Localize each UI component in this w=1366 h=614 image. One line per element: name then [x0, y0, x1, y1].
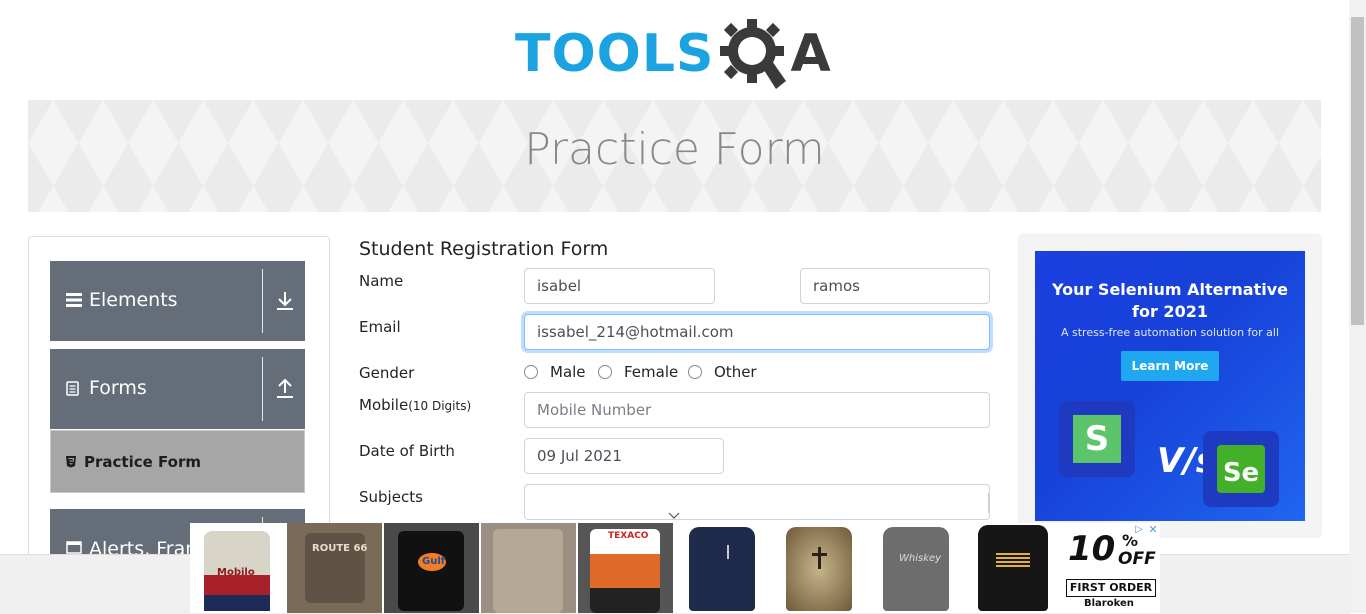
upload-arrow-icon[interactable] — [276, 379, 294, 399]
promo-off: OFF — [1118, 549, 1156, 569]
mobile-input[interactable]: Mobile Number — [524, 392, 990, 428]
download-arrow-icon[interactable] — [276, 291, 294, 311]
ad-headline: Your Selenium Alternative for 2021 — [1035, 279, 1305, 323]
radio-circle[interactable] — [688, 365, 702, 379]
ad-info-icon[interactable]: ▷ — [1132, 523, 1146, 537]
gender-radio-male[interactable]: Male — [524, 363, 586, 381]
gender-label: Gender — [359, 364, 415, 382]
logo-tools-text: TOOLS — [515, 24, 715, 84]
mobile-label: Mobile(10 Digits) — [359, 396, 471, 414]
tshirt-product-1[interactable]: Mobilo — [190, 523, 285, 613]
name-label: Name — [359, 272, 404, 290]
shirt-print-text: TEXACO — [608, 531, 649, 541]
subjects-input[interactable] — [524, 484, 990, 520]
selenium-alternative-ad[interactable]: Your Selenium Alternative for 2021 A str… — [1035, 251, 1305, 521]
list-icon — [66, 293, 82, 307]
last-name-input[interactable]: ramos — [800, 268, 990, 304]
sidebar-item-label: Practice Form — [84, 453, 201, 471]
tshirt-product-3[interactable]: Gulf — [384, 523, 479, 613]
radio-label: Other — [714, 363, 757, 381]
tshirt-ad-banner[interactable]: Mobilo ROUTE 66 Gulf TEXACO Whiskey 10 %… — [190, 523, 1160, 613]
gear-magnifier-icon — [720, 19, 787, 89]
shirt-print-text: Mobilo — [217, 567, 255, 578]
vertical-scrollbar-thumb[interactable] — [1351, 17, 1364, 325]
sidebar-group-forms[interactable]: Forms — [50, 349, 305, 429]
radio-label: Female — [624, 363, 679, 381]
tshirt-product-6[interactable] — [675, 523, 770, 613]
sidebar-item-practice-form[interactable]: Practice Form — [50, 430, 305, 493]
tshirt-product-5[interactable]: TEXACO — [578, 523, 673, 613]
gender-radio-female[interactable]: Female — [598, 363, 678, 381]
email-input[interactable]: issabel_214@hotmail.com — [524, 314, 990, 350]
sidebar-group-label: Forms — [89, 377, 147, 399]
email-label: Email — [359, 318, 401, 336]
mobile-label-hint: (10 Digits) — [408, 399, 472, 413]
learn-more-button[interactable]: Learn More — [1121, 351, 1219, 381]
logo-right-text: Se — [1217, 445, 1265, 493]
ad-close-icon[interactable]: ✕ — [1146, 523, 1160, 537]
subjects-label: Subjects — [359, 488, 423, 506]
divider — [262, 269, 263, 333]
tshirt-product-4[interactable] — [481, 523, 576, 613]
ad-subline: A stress-free automation solution for al… — [1060, 326, 1280, 339]
divider — [988, 493, 989, 513]
tshirt-product-2[interactable]: ROUTE 66 — [287, 523, 382, 613]
html5-icon — [66, 456, 76, 468]
selenium-logo: Se — [1203, 431, 1279, 507]
sidebar-group-label: Elements — [89, 289, 178, 311]
ad-headline-line2: for 2021 — [1132, 302, 1208, 321]
date-of-birth-input[interactable]: 09 Jul 2021 — [524, 438, 724, 474]
page-banner: Practice Form — [28, 100, 1321, 212]
shirt-print-text: ROUTE 66 — [312, 543, 368, 554]
promo-brand: Blaroken — [1084, 598, 1134, 609]
divider — [262, 357, 263, 421]
sidebar-group-elements[interactable]: Elements — [50, 261, 305, 341]
shirt-print-text: Gulf — [422, 556, 446, 567]
form-title: Student Registration Form — [359, 238, 609, 260]
testsigma-logo: S — [1059, 401, 1135, 477]
promo-number: 10 — [1068, 529, 1116, 569]
page-title: Practice Form — [524, 124, 825, 175]
tshirt-product-7[interactable] — [772, 523, 867, 613]
dob-label: Date of Birth — [359, 442, 455, 460]
tshirt-product-9[interactable] — [966, 523, 1061, 613]
mobile-label-text: Mobile — [359, 396, 409, 414]
document-icon — [66, 381, 79, 396]
promo-first-order: FIRST ORDER — [1066, 579, 1156, 597]
ad-headline-line1: Your Selenium Alternative — [1051, 280, 1289, 299]
toolsqa-logo[interactable]: TOOLS A — [515, 14, 831, 94]
radio-circle[interactable] — [524, 365, 538, 379]
shirt-print-text: Whiskey — [899, 553, 942, 564]
tshirt-product-8[interactable]: Whiskey — [869, 523, 964, 613]
gender-radio-other[interactable]: Other — [688, 363, 757, 381]
logo-a-text: A — [790, 24, 831, 84]
sidebar: Elements Forms Practice Form Alerts, Fra… — [28, 236, 330, 581]
logo-left-text: S — [1073, 415, 1121, 463]
radio-circle[interactable] — [598, 365, 612, 379]
chevron-down-icon — [668, 512, 680, 519]
first-name-input[interactable]: isabel — [524, 268, 715, 304]
radio-label: Male — [550, 363, 586, 381]
window-icon — [66, 541, 82, 554]
